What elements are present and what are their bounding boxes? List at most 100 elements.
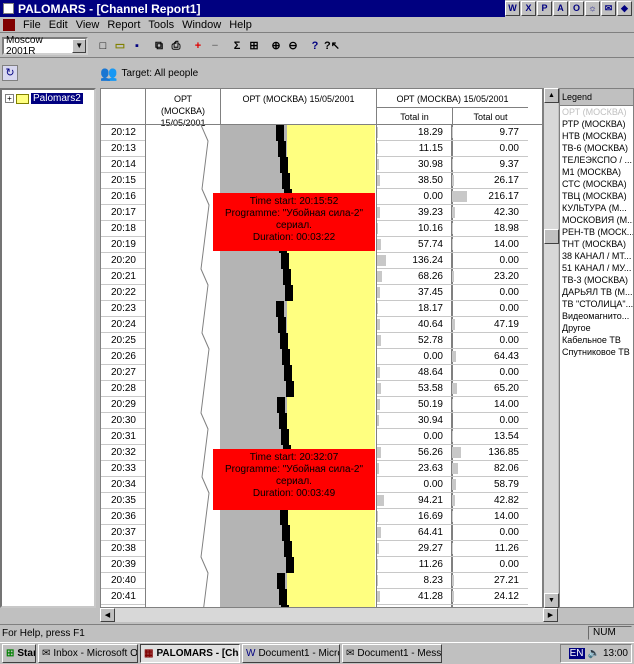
- open-icon[interactable]: ▭: [112, 38, 128, 54]
- table-row[interactable]: 30.94 0.00: [377, 413, 528, 429]
- table-row[interactable]: 29.27 11.26: [377, 541, 528, 557]
- shortcut-icon[interactable]: A: [553, 1, 568, 16]
- table-row[interactable]: 39.23 42.30: [377, 205, 528, 221]
- zoom-in-icon[interactable]: ⊕: [268, 38, 284, 54]
- legend-item[interactable]: МОСКОВИЯ (М...: [560, 214, 633, 226]
- table-row[interactable]: 16.69 14.00: [377, 509, 528, 525]
- col-header-2[interactable]: ОРТ (МОСКВА) 15/05/2001: [221, 93, 376, 105]
- table-row[interactable]: 0.00 216.17: [377, 189, 528, 205]
- menu-edit[interactable]: Edit: [45, 19, 72, 31]
- copy-icon[interactable]: ⧉: [151, 38, 167, 54]
- legend-item[interactable]: Видеомагнито...: [560, 310, 633, 322]
- language-indicator[interactable]: EN: [568, 648, 585, 659]
- legend-item[interactable]: ДАРЬЯЛ ТВ (М...: [560, 286, 633, 298]
- shortcut-icon[interactable]: P: [537, 1, 552, 16]
- legend-item[interactable]: НТВ (МОСКВА): [560, 130, 633, 142]
- help-icon[interactable]: ?: [307, 38, 323, 54]
- scroll-left-icon[interactable]: ◀: [100, 608, 115, 622]
- programme-block[interactable]: Time start: 20:32:07 Programme: "Убойная…: [213, 449, 375, 510]
- table-row[interactable]: 30.98 9.37: [377, 157, 528, 173]
- legend-item[interactable]: РЕН-ТВ (МОСК...: [560, 226, 633, 238]
- table-row[interactable]: 52.78 0.00: [377, 333, 528, 349]
- sub-header-out[interactable]: Total out: [453, 111, 528, 123]
- refresh-icon[interactable]: ↻: [2, 65, 18, 81]
- shortcut-icon[interactable]: ✉: [601, 1, 616, 16]
- legend-item[interactable]: ТВ-6 (МОСКВА): [560, 142, 633, 154]
- tree-node-label[interactable]: Palomars2: [31, 93, 83, 104]
- table-row[interactable]: 0.00 58.79: [377, 477, 528, 493]
- table-row[interactable]: 41.28 24.12: [377, 589, 528, 605]
- menu-view[interactable]: View: [72, 19, 104, 31]
- legend-item[interactable]: ТНТ (МОСКВА): [560, 238, 633, 250]
- chart-icon[interactable]: ⊞: [246, 38, 262, 54]
- programme-block[interactable]: Time start: 20:15:52 Programme: "Убойная…: [213, 193, 375, 251]
- sub-header-in[interactable]: Total in: [377, 111, 452, 123]
- menu-report[interactable]: Report: [103, 19, 144, 31]
- context-help-icon[interactable]: ?↖: [324, 38, 340, 54]
- add-icon[interactable]: +: [190, 38, 206, 54]
- remove-icon[interactable]: −: [207, 38, 223, 54]
- table-row[interactable]: 38.50 26.17: [377, 173, 528, 189]
- speaker-icon[interactable]: 🔈: [588, 648, 600, 659]
- table-row[interactable]: 0.00 13.54: [377, 429, 528, 445]
- legend-item[interactable]: Кабельное ТВ: [560, 334, 633, 346]
- shortcut-icon[interactable]: X: [521, 1, 536, 16]
- legend-item[interactable]: КУЛЬТУРА (М...: [560, 202, 633, 214]
- print-icon[interactable]: ⎙: [168, 38, 184, 54]
- scroll-thumb[interactable]: [544, 229, 559, 244]
- table-row[interactable]: 40.64 47.19: [377, 317, 528, 333]
- scroll-right-icon[interactable]: ▶: [543, 608, 558, 622]
- table-row[interactable]: 0.00 64.43: [377, 349, 528, 365]
- legend-item[interactable]: 38 КАНАЛ / МТ...: [560, 250, 633, 262]
- document-icon[interactable]: [3, 18, 15, 31]
- table-row[interactable]: 11.26 0.00: [377, 557, 528, 573]
- legend-item[interactable]: ТЕЛЕЭКСПО / ...: [560, 154, 633, 166]
- horizontal-scrollbar[interactable]: ◀ ▶: [100, 608, 558, 622]
- shortcut-icon[interactable]: ◆: [617, 1, 632, 16]
- table-row[interactable]: 56.26 136.85: [377, 445, 528, 461]
- table-row[interactable]: 94.21 42.82: [377, 493, 528, 509]
- table-row[interactable]: 48.64 0.00: [377, 365, 528, 381]
- vertical-scrollbar[interactable]: ▲ ▼: [543, 88, 559, 608]
- legend-item[interactable]: СТС (МОСКВА): [560, 178, 633, 190]
- menu-file[interactable]: File: [19, 19, 45, 31]
- menu-window[interactable]: Window: [178, 19, 225, 31]
- legend-item[interactable]: ТВЦ (МОСКВА): [560, 190, 633, 202]
- start-button[interactable]: ⊞ Start: [2, 644, 36, 663]
- table-row[interactable]: 50.19 14.00: [377, 397, 528, 413]
- menu-tools[interactable]: Tools: [144, 19, 178, 31]
- legend-item[interactable]: ТВ "СТОЛИЦА"...: [560, 298, 633, 310]
- table-row[interactable]: 8.23 27.21: [377, 573, 528, 589]
- legend-item[interactable]: М1 (МОСКВА): [560, 166, 633, 178]
- new-icon[interactable]: □: [95, 38, 111, 54]
- shortcut-icon[interactable]: O: [569, 1, 584, 16]
- zoom-out-icon[interactable]: ⊖: [285, 38, 301, 54]
- scroll-up-icon[interactable]: ▲: [544, 88, 559, 103]
- table-row[interactable]: 53.58 65.20: [377, 381, 528, 397]
- table-row[interactable]: 68.26 23.20: [377, 269, 528, 285]
- table-row[interactable]: 11.15 0.00: [377, 141, 528, 157]
- table-row[interactable]: 64.41 0.00: [377, 525, 528, 541]
- table-row[interactable]: 23.63 82.06: [377, 461, 528, 477]
- taskbar-item-outlook[interactable]: ✉ Inbox - Microsoft Outlook: [38, 644, 138, 663]
- legend-item[interactable]: Спутниковое ТВ: [560, 346, 633, 358]
- legend-item[interactable]: ОРТ (МОСКВА): [560, 106, 633, 118]
- table-row[interactable]: 37.45 0.00: [377, 285, 528, 301]
- table-row[interactable]: 136.24 0.00: [377, 253, 528, 269]
- expand-icon[interactable]: +: [5, 94, 14, 103]
- chevron-down-icon[interactable]: ▼: [72, 38, 86, 53]
- sum-icon[interactable]: Σ: [229, 38, 245, 54]
- table-row[interactable]: 18.17 0.00: [377, 301, 528, 317]
- menu-help[interactable]: Help: [225, 19, 256, 31]
- table-row[interactable]: 57.74 14.00: [377, 237, 528, 253]
- legend-item[interactable]: 51 КАНАЛ / МУ...: [560, 262, 633, 274]
- taskbar-item-word[interactable]: W Document1 - Microsoft Word: [242, 644, 340, 663]
- table-row[interactable]: 18.29 9.77: [377, 125, 528, 141]
- legend-item[interactable]: Другое: [560, 322, 633, 334]
- legend-item[interactable]: ТВ-3 (МОСКВА): [560, 274, 633, 286]
- table-row[interactable]: 10.16 18.98: [377, 221, 528, 237]
- shortcut-icon[interactable]: ☼: [585, 1, 600, 16]
- region-select[interactable]: Moscow 2001R ▼: [2, 35, 88, 57]
- taskbar-item-palomars[interactable]: ▦ PALOMARS - [Chann...: [140, 644, 240, 663]
- tree-node-root[interactable]: + Palomars2: [5, 93, 94, 104]
